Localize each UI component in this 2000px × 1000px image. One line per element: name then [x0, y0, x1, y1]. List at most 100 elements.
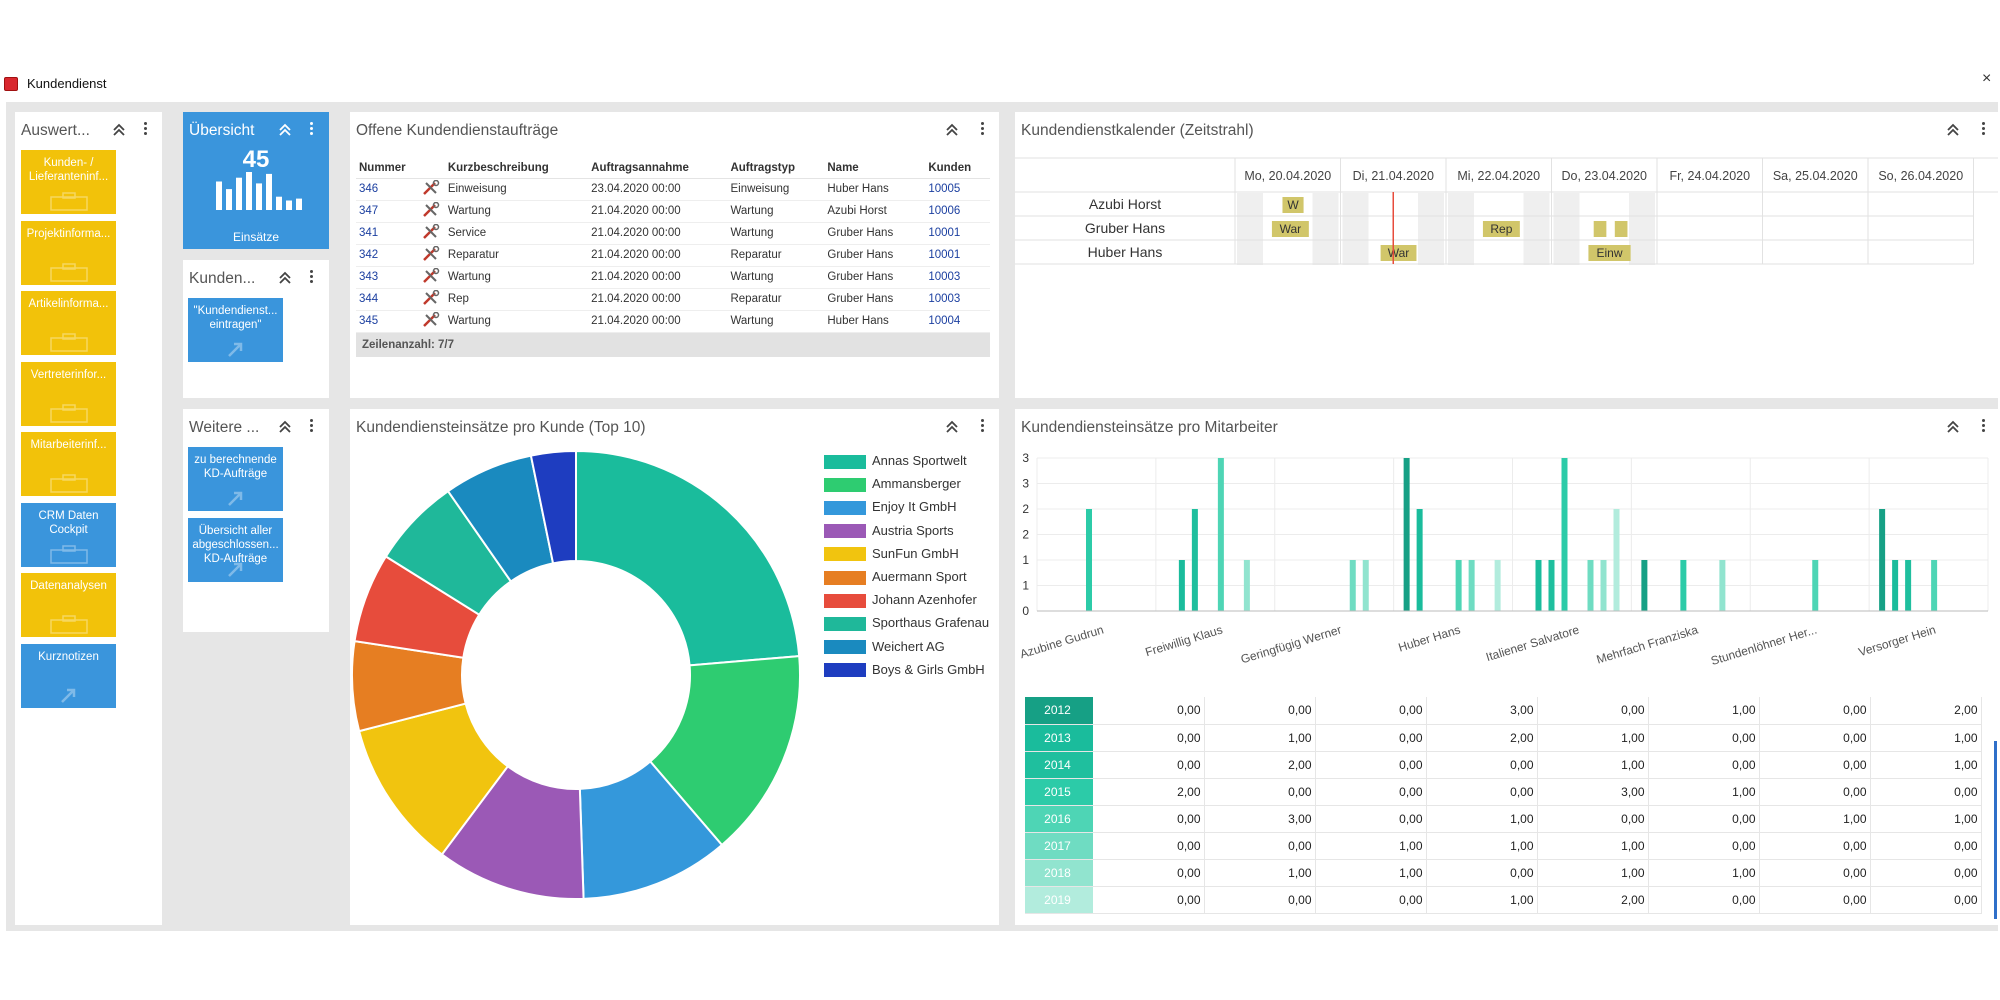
menu-button[interactable] [301, 120, 321, 140]
nav-tile[interactable]: Artikelinforma... [21, 291, 116, 355]
bar[interactable] [1641, 560, 1648, 611]
nav-tile[interactable]: Datenanalysen [21, 573, 116, 637]
bar[interactable] [1349, 560, 1356, 611]
menu-button[interactable] [301, 268, 321, 288]
bar[interactable] [1613, 509, 1620, 611]
kebab-icon [301, 268, 321, 288]
bar[interactable] [1455, 560, 1462, 611]
legend-entry[interactable]: Sporthaus Grafenau [824, 615, 989, 631]
table-cell: 1,00 [1648, 778, 1760, 806]
bar[interactable] [1879, 509, 1886, 611]
bar[interactable] [1680, 560, 1687, 611]
table-row[interactable]: 341 Service 21.04.2020 00:00 Wartung Gruber … [356, 222, 990, 245]
calendar-event[interactable] [1593, 221, 1607, 237]
table-row[interactable]: 343 Wartung 21.04.2020 00:00 Wartung Gruber … [356, 266, 990, 289]
shortcut-tile[interactable]: Übersicht aller abgeschlossen... KD-Auft… [188, 518, 283, 582]
bar[interactable] [1468, 560, 1475, 611]
legend-entry[interactable]: Johann Azenhofer [824, 592, 977, 608]
bar[interactable] [1892, 560, 1899, 611]
bar-title: Kundendiensteinsätze pro Mitarbeiter [1021, 419, 1278, 436]
collapse-button[interactable] [109, 120, 129, 140]
table-cell: Wartung [727, 222, 825, 245]
pie-slice[interactable] [575, 449, 801, 667]
legend-entry[interactable]: Austria Sports [824, 523, 954, 539]
nav-tile[interactable]: Mitarbeiterinf... [21, 432, 116, 496]
tools-icon [418, 310, 445, 333]
column-header[interactable]: Name [824, 158, 926, 179]
table-row[interactable]: 342 Reparatur 21.04.2020 00:00 Reparatur Gru… [356, 244, 990, 267]
table-row[interactable]: 344 Rep 21.04.2020 00:00 Reparatur Gruber Ha… [356, 288, 990, 311]
table-row[interactable]: 345 Wartung 21.04.2020 00:00 Wartung Huber H… [356, 310, 990, 333]
bar[interactable] [1494, 560, 1501, 611]
menu-button[interactable] [1973, 120, 1993, 140]
collapse-button[interactable] [1943, 120, 1963, 140]
collapse-button[interactable] [275, 417, 295, 437]
collapse-button[interactable] [942, 417, 962, 437]
bar[interactable] [1362, 560, 1369, 611]
table-cell: 0,00 [1315, 778, 1427, 806]
legend-entry[interactable]: Annas Sportwelt [824, 453, 967, 469]
collapse-button[interactable] [275, 268, 295, 288]
bar[interactable] [1600, 560, 1607, 611]
legend-label: Johann Azenhofer [872, 592, 977, 608]
legend-entry[interactable]: SunFun GmbH [824, 546, 959, 562]
collapse-button[interactable] [1943, 417, 1963, 437]
bar[interactable] [1719, 560, 1726, 611]
shortcut-tile[interactable]: "Kundendienst... eintragen" [188, 298, 283, 362]
column-header[interactable]: Auftragsannahme [588, 158, 728, 179]
shortcut-tile[interactable]: zu berechnende KD-Aufträge [188, 447, 283, 511]
legend-entry[interactable]: Boys & Girls GmbH [824, 662, 985, 678]
nav-tile[interactable]: Kurznotizen [21, 643, 116, 708]
legend-entry[interactable]: Weichert AG [824, 639, 945, 655]
calendar-event[interactable] [1614, 221, 1628, 237]
bar[interactable] [1243, 560, 1250, 611]
table-cell: 10006 [925, 200, 990, 223]
nav-tile[interactable]: CRM Daten Cockpit [21, 502, 116, 567]
bar[interactable] [1191, 509, 1198, 611]
overview-panel[interactable]: Übersicht 45 Einsätze [183, 112, 329, 249]
bar[interactable] [1548, 560, 1555, 611]
kebab-icon [1973, 120, 1993, 140]
bar[interactable] [1561, 458, 1568, 611]
collapse-button[interactable] [275, 120, 295, 140]
calendar-timeline[interactable]: Mo, 20.04.2020 Di, 21.04.2020 Mi, 22.04.20… [1015, 154, 1998, 274]
bar[interactable] [1812, 560, 1819, 611]
nav-tile[interactable]: Projektinforma... [21, 220, 116, 285]
legend-entry[interactable]: Ammansberger [824, 476, 961, 492]
table-cell: 0,00 [1759, 832, 1871, 860]
bar[interactable] [1416, 509, 1423, 611]
menu-button[interactable] [135, 120, 155, 140]
column-header[interactable]: Kunden [925, 158, 990, 179]
menu-button[interactable] [1973, 417, 1993, 437]
legend-entry[interactable]: Auermann Sport [824, 569, 967, 585]
column-header[interactable]: Kurzbeschreibung [444, 158, 589, 179]
bar[interactable] [1535, 560, 1542, 611]
bar[interactable] [1178, 560, 1185, 611]
calendar-day-header: Mi, 22.04.2020 [1457, 169, 1540, 183]
table-row[interactable]: 347 Wartung 21.04.2020 00:00 Wartung Azubi H… [356, 200, 990, 223]
bar[interactable] [1931, 560, 1938, 611]
column-header[interactable]: Nummer [356, 158, 419, 179]
menu-button[interactable] [972, 120, 992, 140]
legend-entry[interactable]: Enjoy It GmbH [824, 499, 957, 515]
collapse-button[interactable] [942, 120, 962, 140]
nav-tile[interactable]: Vertreterinfor... [21, 361, 116, 426]
column-header[interactable]: Auftragstyp [727, 158, 825, 179]
x-tick-label: Mehrfach Franziska [1595, 622, 1700, 666]
column-header[interactable] [418, 158, 445, 179]
menu-button[interactable] [301, 417, 321, 437]
close-button[interactable]: × [1982, 70, 1991, 88]
nav-tile-label: Mitarbeiterinf... [30, 439, 107, 451]
table-cell: 0,00 [1093, 724, 1205, 752]
table-scrollbar[interactable] [1994, 741, 1997, 919]
menu-button[interactable] [972, 417, 992, 437]
bar[interactable] [1905, 560, 1912, 611]
bar[interactable] [1217, 458, 1224, 611]
bar-chart[interactable]: 3 3 2 2 1 1 0 Azubine Gudrun Freiwillig Klaus Ger… [1015, 439, 1998, 689]
bar[interactable] [1587, 560, 1594, 611]
bar[interactable] [1086, 509, 1092, 611]
nav-tile[interactable]: Kunden- / Lieferanteninf... [21, 150, 116, 214]
table-row[interactable]: 346 Einweisung 23.04.2020 00:00 Einweisung H… [356, 178, 990, 201]
donut-chart[interactable] [350, 449, 810, 919]
bar[interactable] [1403, 458, 1410, 611]
